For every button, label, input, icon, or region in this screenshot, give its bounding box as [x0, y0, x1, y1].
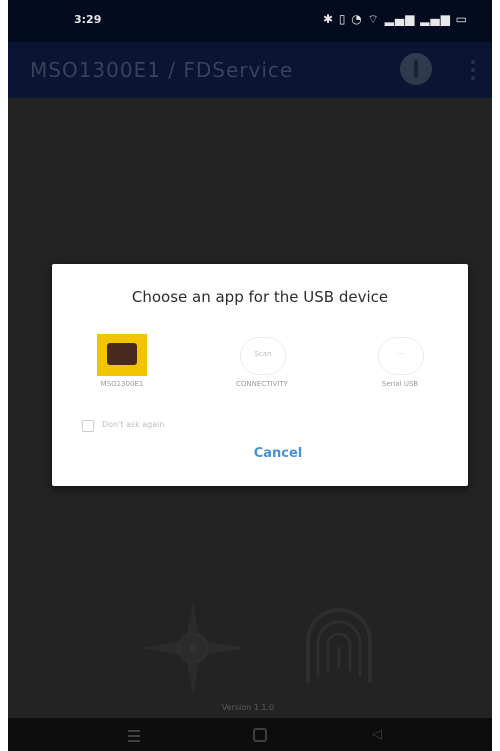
cancel-button[interactable]: Cancel — [230, 440, 326, 468]
phone-screen: 3:29 ✱ ▯ ◔ ⌔ ▂▄▆ ▂▄▆ ▭ MSO1300E1 / FDSer… — [8, 0, 492, 751]
app-icon-mso1300e1 — [97, 334, 147, 376]
dialog-title: Choose an app for the USB device — [131, 288, 389, 306]
status-time: 3:29 — [74, 13, 102, 26]
app-option-mso1300e1[interactable]: MSO1300E1 — [72, 334, 172, 398]
emblem-logo — [140, 602, 246, 696]
overflow-menu-icon[interactable] — [470, 58, 476, 82]
choose-app-dialog: Choose an app for the USB device MSO1300… — [52, 264, 468, 486]
home-icon[interactable] — [252, 727, 268, 743]
app-icon-text: ··· — [397, 350, 405, 358]
status-icons: ✱ ▯ ◔ ⌔ ▂▄▆ ▂▄▆ ▭ — [322, 12, 468, 26]
app-icon-connectivity: Scan — [240, 337, 286, 375]
dont-ask-again-checkbox[interactable] — [82, 420, 94, 432]
navigation-bar: ◁ — [8, 718, 492, 751]
app-icon-text: Scan — [254, 350, 272, 358]
app-option-label: MSO1300E1 — [100, 380, 144, 388]
app-option-serial-usb[interactable]: ··· Serial USB — [350, 334, 450, 398]
app-option-label: CONNECTIVITY — [236, 380, 288, 388]
recents-icon[interactable] — [126, 727, 142, 743]
app-icon-serial-usb: ··· — [378, 337, 424, 375]
app-option-label: Serial USB — [381, 380, 419, 388]
fingerprint-logo — [306, 608, 372, 683]
info-icon[interactable] — [400, 53, 432, 85]
back-icon[interactable]: ◁ — [372, 727, 388, 743]
version-text: Version 1.1.0 — [221, 703, 275, 712]
app-option-connectivity[interactable]: Scan CONNECTIVITY — [212, 334, 312, 398]
dont-ask-again-label: Don't ask again — [102, 420, 165, 429]
app-title: MSO1300E1 / FDService — [30, 58, 294, 82]
status-bar: 3:29 ✱ ▯ ◔ ⌔ ▂▄▆ ▂▄▆ ▭ — [8, 0, 492, 42]
